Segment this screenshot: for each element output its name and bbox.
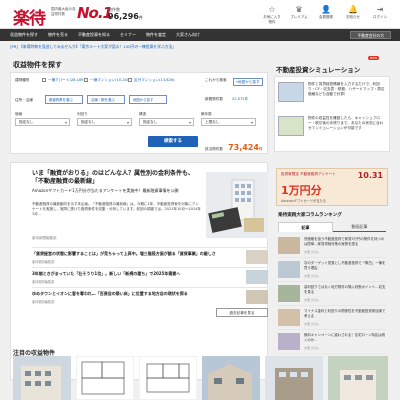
survey-ad-banner[interactable]: 投資家限定 不動産融資アンケート 1万円分 10.31 Amazonギフトカード… — [276, 168, 388, 206]
search-title: 収益物件を探す — [13, 61, 62, 69]
bookmark-icon: ☆ — [268, 5, 276, 14]
news-thumbnail — [246, 270, 268, 284]
nav-item-search[interactable]: 収益物件を探す — [10, 32, 38, 38]
hit-count: 該当物件数 73,424件 — [205, 143, 263, 152]
news-row[interactable]: 3年間ときがまっていた「壮そうり1位」。新しい「新規の建ち」で2025年需要へ … — [32, 267, 268, 285]
new-badge: NEW — [368, 56, 380, 60]
nav-item-seminar[interactable]: セミナー — [120, 32, 136, 38]
column-item[interactable]: 無料キャンペーンに惑わされる！住宅ローン特区は続くのか… 大家コラム — [278, 330, 386, 354]
property-card-photo[interactable] — [202, 356, 260, 400]
yield-filter-label: 利回り — [77, 112, 88, 116]
simulation-text: 物件の収益性を確認したら、キャッシュフロー・税引後の手残りまで、あなたの状況に合… — [308, 116, 384, 130]
column-item[interactable]: 低価格を狙う不動産投資で家賃5万円の物件を持つのは簡単…家賃滞納対策の実情を語る… — [278, 234, 386, 258]
price-select[interactable]: 指定なし — [15, 118, 70, 126]
feature-article-image[interactable] — [206, 172, 268, 238]
column-thumbnail — [278, 333, 300, 350]
bell-icon: 🔔 — [348, 5, 358, 14]
property-card-photo[interactable] — [13, 356, 71, 400]
age-filter-label: 築年数 — [201, 112, 212, 116]
structure-select[interactable]: 指定なし — [139, 118, 194, 126]
feature-article-body: 不動産融資の最新動向を示す本企画。「不動産融資の最前線」は、今期に1年、不動産投… — [32, 202, 201, 216]
nav-item-landlord[interactable]: 大家さん向け — [176, 32, 200, 38]
new-count-label: 新着物件数 — [205, 97, 223, 101]
column-tabs: 記事 動画記事 — [278, 222, 386, 232]
pr-notice-link[interactable]: [PR] 【来場特典を見逃してみませんか】「東京ルート大家が語る！100円の一棟… — [10, 44, 176, 50]
column-thumbnail — [278, 309, 300, 326]
user-icon: 👤 — [321, 5, 331, 14]
header-premium[interactable]: ♛ プレミアム — [289, 4, 309, 25]
feature-article-meta: 楽待新聞編集部 — [32, 236, 57, 240]
simulation-title: 不動産投資シミュレーション — [276, 66, 361, 74]
main-nav: 収益物件を探す 物件を売る 不動産投資を知る セミナー 物件を査定 大家さん向け… — [0, 29, 400, 41]
tab-articles[interactable]: 記事 — [278, 222, 333, 232]
site-header: 楽待 国内最大級の収益物件数 No.1 物件数 96,296件 ☆ お気に入り物件… — [0, 0, 400, 29]
crown-icon: ♛ — [295, 5, 303, 14]
news-row[interactable]: ゆめタウンとイオンに客を奪われ…「百貨店の祭い床」に位置する地方店の現状を探る … — [32, 287, 268, 305]
column-thumbnail — [278, 261, 300, 278]
structure-filter-label: 構造 — [139, 112, 147, 116]
new-count-value[interactable]: 22,072件 — [232, 97, 248, 102]
price-filter-label: 価格 — [15, 112, 23, 116]
feature-article-title[interactable]: いま「融資がおりる」のはどんな人？属性別の金利条件も、「不動産融資の最新線」 — [32, 170, 202, 186]
header-notifications[interactable]: 🔔 お知らせ — [343, 4, 363, 25]
tagline: 国内最大級の収益物件数 — [51, 7, 76, 16]
feature-article-lead: Amazonギフトカード1万円分が当たるアンケートを実施中！最新融資事情を公開 — [32, 188, 179, 193]
column-item[interactable]: 高利回りではなく地方物件の購入判断ポイント…収支を見る 大家コラム — [278, 282, 386, 306]
header-register[interactable]: 👤 会員登録 — [316, 4, 336, 25]
building-type-label: 建物種別 — [15, 78, 30, 82]
property-card-photo[interactable] — [328, 356, 388, 400]
no1-badge: No.1 — [77, 4, 113, 22]
news-thumbnail — [246, 250, 268, 264]
header-icons: ☆ お気に入り物件 ♛ プレミアム 👤 会員登録 🔔 お知らせ ⇥ ログイン — [262, 4, 390, 25]
search-button[interactable]: 検索する — [148, 136, 198, 147]
nav-item-appraisal[interactable]: 物件を査定 — [146, 32, 166, 38]
simulation-text: 物件と賃貸経営情報を入力するだけで、利回り・CF・収支表・税務、ハザードマップ・… — [308, 82, 385, 96]
nav-item-sell[interactable]: 物件を売る — [48, 32, 68, 38]
column-ranking-title: 楽待実践大家コラムランキング — [278, 213, 342, 218]
header-login[interactable]: ⇥ ログイン — [370, 4, 390, 25]
map-search-button[interactable]: ⌖地図から探す — [233, 78, 263, 86]
property-count: 96,296件 — [108, 12, 143, 21]
simulation-thumbnail — [278, 116, 304, 136]
company-register-button[interactable]: 不動産会社の方 — [350, 31, 391, 39]
column-thumbnail — [278, 285, 300, 302]
column-item[interactable]: 次のターゲット見落とし不動産投資で「築古」一棟を買う理由 大家コラム — [278, 258, 386, 282]
column-thumbnail — [278, 237, 300, 254]
login-icon: ⇥ — [376, 5, 384, 14]
line-station-button[interactable]: 沿線・駅を選ぶ — [87, 95, 125, 104]
age-select[interactable]: 上限なし — [201, 118, 256, 126]
yield-select[interactable]: 指定なし — [77, 118, 132, 126]
type-checkbox-mansion[interactable]: 一棟マンション(10,240) — [84, 78, 131, 83]
header-favorites[interactable]: ☆ お気に入り物件 — [262, 4, 282, 25]
column-item[interactable]: マイナス金利と利回りの関係性を不動産投資家目線で考える 大家コラム — [278, 306, 386, 330]
type-checkbox-unit[interactable]: 区分マンション(13,826) — [128, 78, 175, 83]
recent-search-link[interactable]: これから検索 — [205, 78, 227, 83]
simulation-item-1[interactable]: 物件と賃貸経営情報を入力するだけで、利回り・CF・収支表・税務、ハザードマップ・… — [278, 82, 386, 108]
tab-video-articles[interactable]: 動画記事 — [333, 222, 386, 232]
news-thumbnail — [246, 290, 268, 304]
property-card-floorplan[interactable] — [76, 356, 134, 400]
nav-item-learn[interactable]: 不動産投資を知る — [78, 32, 110, 38]
property-card-floorplan[interactable] — [139, 356, 197, 400]
type-checkbox-apartment[interactable]: 一棟アパート(28,189) — [42, 78, 85, 83]
site-logo[interactable]: 楽待 — [13, 4, 46, 29]
news-row[interactable]: 「賃貸経営の状態に影響することは」が見ちゃって上昇中。増三階段方面が語る「賃貸事… — [32, 247, 268, 265]
area-label: 住所・沿線 — [15, 98, 33, 102]
prefecture-button[interactable]: 都道府県を選ぶ — [45, 95, 83, 104]
simulation-item-2[interactable]: 物件の収益性を確認したら、キャッシュフロー・税引後の手残りまで、あなたの状況に合… — [278, 116, 386, 142]
simulation-thumbnail — [278, 82, 304, 102]
property-card-photo[interactable] — [265, 356, 323, 400]
more-articles-button[interactable]: 過去記事を見る — [216, 308, 268, 317]
area-map-button[interactable]: 地図から探す — [129, 95, 167, 104]
